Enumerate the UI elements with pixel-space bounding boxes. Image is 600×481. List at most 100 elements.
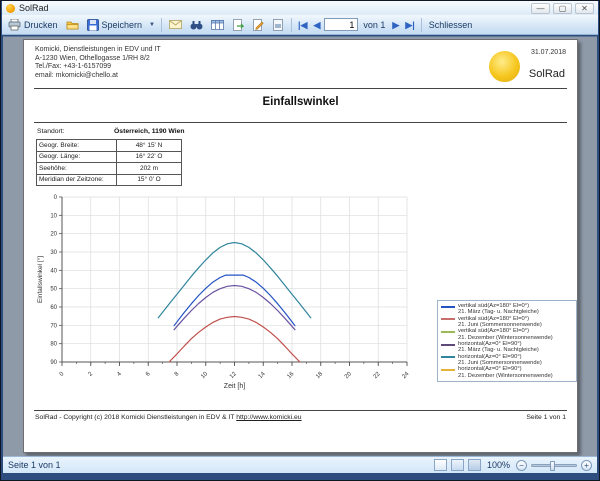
legend-line-swatch — [441, 356, 455, 358]
printer-icon — [8, 19, 21, 31]
report-title: Einfallswinkel — [24, 96, 577, 108]
minimize-button[interactable]: — — [531, 3, 550, 14]
company-address: Komicki, Dienstleistungen in EDV und IT … — [35, 46, 161, 80]
title-bar: SolRad — ▢ ✕ — [2, 1, 598, 15]
svg-text:12: 12 — [229, 371, 238, 380]
search-button[interactable] — [187, 18, 206, 32]
print-button[interactable]: Drucken — [5, 18, 61, 32]
export-page-button[interactable] — [229, 18, 247, 32]
legend-item: vertikal süd(Az=180° El=0°)21. Juni (Som… — [441, 316, 573, 329]
zoom-level-label: 100% — [485, 460, 512, 470]
svg-text:0: 0 — [59, 371, 66, 378]
svg-text:22: 22 — [373, 371, 382, 380]
zoom-slider[interactable] — [531, 464, 577, 467]
svg-text:10: 10 — [200, 371, 209, 380]
table-row: Geogr. Länge:16° 22' O — [37, 151, 182, 163]
columns-icon — [211, 19, 224, 31]
preview-area[interactable]: Komicki, Dienstleistungen in EDV und IT … — [3, 36, 597, 456]
chart: 0102030405060708090024681012141618202224… — [34, 190, 434, 405]
svg-text:4: 4 — [116, 371, 123, 378]
svg-text:6: 6 — [145, 371, 152, 378]
svg-text:50: 50 — [50, 287, 57, 293]
legend-item: horizontal(Az=0° El=90°)21. März (Tag- u… — [441, 341, 573, 354]
chart-legend: vertikal süd(Az=180° El=0°)21. März (Tag… — [437, 300, 577, 382]
legend-line-swatch — [441, 306, 455, 308]
svg-text:0: 0 — [54, 195, 58, 201]
prev-page-button[interactable]: ◀ — [311, 19, 322, 31]
svg-text:14: 14 — [258, 371, 267, 380]
app-window: SolRad — ▢ ✕ Drucken — [0, 0, 600, 481]
close-button[interactable]: ✕ — [575, 3, 594, 14]
last-page-button[interactable]: ▶| — [403, 19, 416, 31]
svg-text:8: 8 — [174, 371, 181, 378]
legend-line-swatch — [441, 369, 455, 371]
svg-text:2: 2 — [88, 371, 95, 378]
app-sun-icon — [6, 4, 15, 13]
page-edit-icon — [252, 19, 264, 31]
page-number-input[interactable] — [324, 18, 358, 31]
svg-text:24: 24 — [401, 371, 410, 380]
continuous-view-icon[interactable] — [451, 459, 464, 471]
save-dropdown-arrow[interactable]: ▼ — [147, 22, 157, 28]
footer-page-number: Seite 1 von 1 — [526, 414, 566, 421]
toolbar-separator — [421, 18, 422, 32]
svg-text:40: 40 — [50, 268, 57, 274]
svg-text:Einfallswinkel [°]: Einfallswinkel [°] — [36, 256, 44, 303]
title-divider — [34, 122, 567, 123]
svg-text:30: 30 — [50, 250, 57, 256]
svg-text:Zeit [h]: Zeit [h] — [224, 383, 245, 390]
legend-line-swatch — [441, 344, 455, 346]
svg-text:90: 90 — [50, 360, 57, 366]
svg-text:70: 70 — [50, 323, 57, 329]
footer-link[interactable]: http://www.komicki.eu — [236, 414, 301, 421]
zoom-slider-thumb[interactable] — [550, 461, 555, 471]
status-bar: Seite 1 von 1 100% − + — [3, 456, 597, 473]
window-title: SolRad — [19, 3, 49, 13]
save-button[interactable]: Speichern — [84, 18, 146, 32]
page-image-icon — [272, 19, 284, 31]
legend-line-swatch — [441, 331, 455, 333]
svg-text:18: 18 — [315, 371, 324, 380]
footer-divider — [34, 410, 567, 411]
report-page: Komicki, Dienstleistungen in EDV und IT … — [23, 39, 578, 453]
legend-item: horizontal(Az=0° El=90°)21. Juni (Sommer… — [441, 354, 573, 367]
status-page-label: Seite 1 von 1 — [8, 460, 61, 470]
next-page-button[interactable]: ▶ — [390, 19, 401, 31]
maximize-button[interactable]: ▢ — [553, 3, 572, 14]
layout-columns-button[interactable] — [208, 18, 227, 32]
standort-value: Österreich, 1190 Wien — [114, 128, 185, 135]
email-button[interactable] — [166, 18, 185, 31]
toolbar-separator — [291, 18, 292, 32]
table-row: Seehöhe:202 m — [37, 163, 182, 175]
report-date: 31.07.2018 — [531, 49, 566, 56]
toolbar: Drucken Speichern ▼ — [2, 15, 598, 35]
svg-text:10: 10 — [50, 213, 57, 219]
edit-page-button[interactable] — [249, 18, 267, 32]
legend-item: horizontal(Az=0° El=90°)21. Dezember (Wi… — [441, 366, 573, 379]
first-page-button[interactable]: |◀ — [296, 19, 309, 31]
legend-line-swatch — [441, 318, 455, 320]
standort-label: Standort: — [37, 128, 65, 135]
header-divider — [34, 88, 567, 89]
binoculars-icon — [190, 19, 203, 31]
location-table: Geogr. Breite:48° 15' N Geogr. Länge:16°… — [36, 139, 182, 186]
folder-icon — [66, 19, 79, 31]
zoom-in-button[interactable]: + — [581, 460, 592, 471]
svg-text:60: 60 — [50, 305, 57, 311]
legend-item: vertikal süd(Az=180° El=0°)21. März (Tag… — [441, 303, 573, 316]
svg-text:20: 20 — [344, 371, 353, 380]
footer-copyright: SolRad - Copyright (c) 2018 Komicki Dien… — [35, 414, 302, 421]
legend-item: vertikal süd(Az=180° El=0°)21. Dezember … — [441, 328, 573, 341]
single-page-view-icon[interactable] — [434, 459, 447, 471]
svg-text:20: 20 — [50, 232, 57, 238]
envelope-icon — [169, 19, 182, 30]
close-preview-button[interactable]: Schliessen — [426, 19, 476, 31]
two-page-view-icon[interactable] — [468, 459, 481, 471]
zoom-out-button[interactable]: − — [516, 460, 527, 471]
sun-logo-icon — [489, 51, 520, 82]
svg-text:80: 80 — [50, 342, 57, 348]
svg-text:16: 16 — [286, 371, 295, 380]
open-button[interactable] — [63, 18, 82, 32]
watermark-page-button[interactable] — [269, 18, 287, 32]
floppy-disk-icon — [87, 19, 99, 31]
